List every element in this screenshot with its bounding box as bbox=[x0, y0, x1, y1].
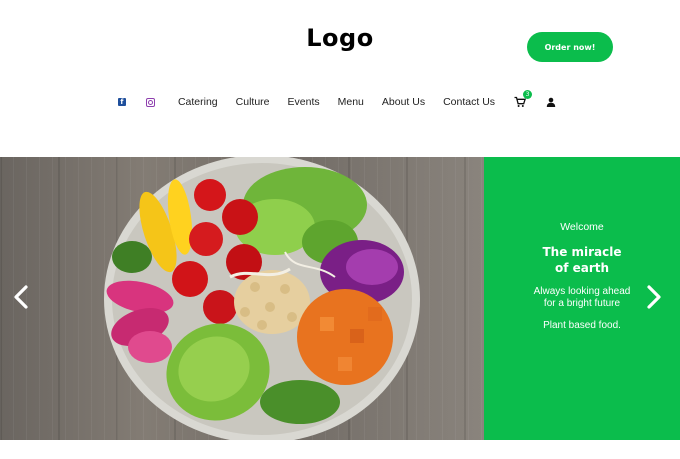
salad-bowl-image bbox=[0, 157, 484, 440]
facebook-icon[interactable]: f bbox=[117, 98, 126, 106]
hero-headline: The miracle of earth bbox=[484, 244, 680, 276]
cart-count-badge: 3 bbox=[523, 90, 533, 99]
instagram-icon[interactable] bbox=[145, 97, 155, 107]
cart-icon[interactable]: 3 bbox=[514, 90, 533, 108]
hero-tagline: Plant based food. bbox=[543, 320, 621, 331]
slider-next-arrow[interactable] bbox=[645, 284, 663, 310]
hero-headline-line2: of earth bbox=[554, 261, 610, 275]
user-account-icon[interactable] bbox=[546, 97, 556, 107]
hero-slider: Welcome The miracle of earth Always look… bbox=[0, 157, 680, 440]
hero-headline-line1: The miracle bbox=[542, 245, 622, 259]
nav-item-menu[interactable]: Menu bbox=[338, 96, 364, 108]
hero-welcome: Welcome bbox=[560, 221, 604, 233]
nav-item-events[interactable]: Events bbox=[288, 96, 320, 108]
order-now-button[interactable]: Order now! bbox=[527, 32, 613, 62]
nav-item-contact-us[interactable]: Contact Us bbox=[443, 96, 495, 108]
nav-item-catering[interactable]: Catering bbox=[178, 96, 218, 108]
slider-prev-arrow[interactable] bbox=[12, 284, 30, 310]
nav-item-culture[interactable]: Culture bbox=[236, 96, 270, 108]
nav-item-about-us[interactable]: About Us bbox=[382, 96, 425, 108]
main-nav: f Catering Culture Events Menu About Us … bbox=[0, 90, 680, 111]
